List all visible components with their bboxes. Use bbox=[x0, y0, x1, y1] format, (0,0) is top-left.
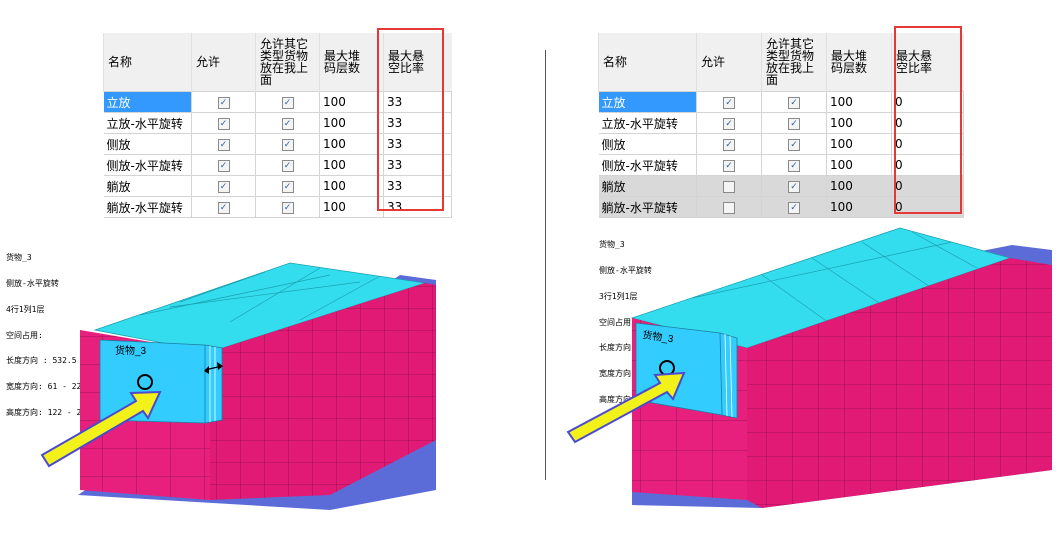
panel-overhang-33: 名称 允许 允许其它 类型货物 放在我上 面 最大堆 码层数 最大悬 空比率 立… bbox=[0, 0, 531, 538]
container-3d-view[interactable]: 货物_3 bbox=[0, 0, 531, 538]
panel-overhang-0: 名称 允许 允许其它 类型货物 放在我上 面 最大堆 码层数 最大悬 空比率 立… bbox=[532, 0, 1063, 538]
container-3d-view[interactable]: 货物_3 bbox=[532, 0, 1063, 538]
cargo-box-label: 货物_3 bbox=[115, 344, 147, 357]
